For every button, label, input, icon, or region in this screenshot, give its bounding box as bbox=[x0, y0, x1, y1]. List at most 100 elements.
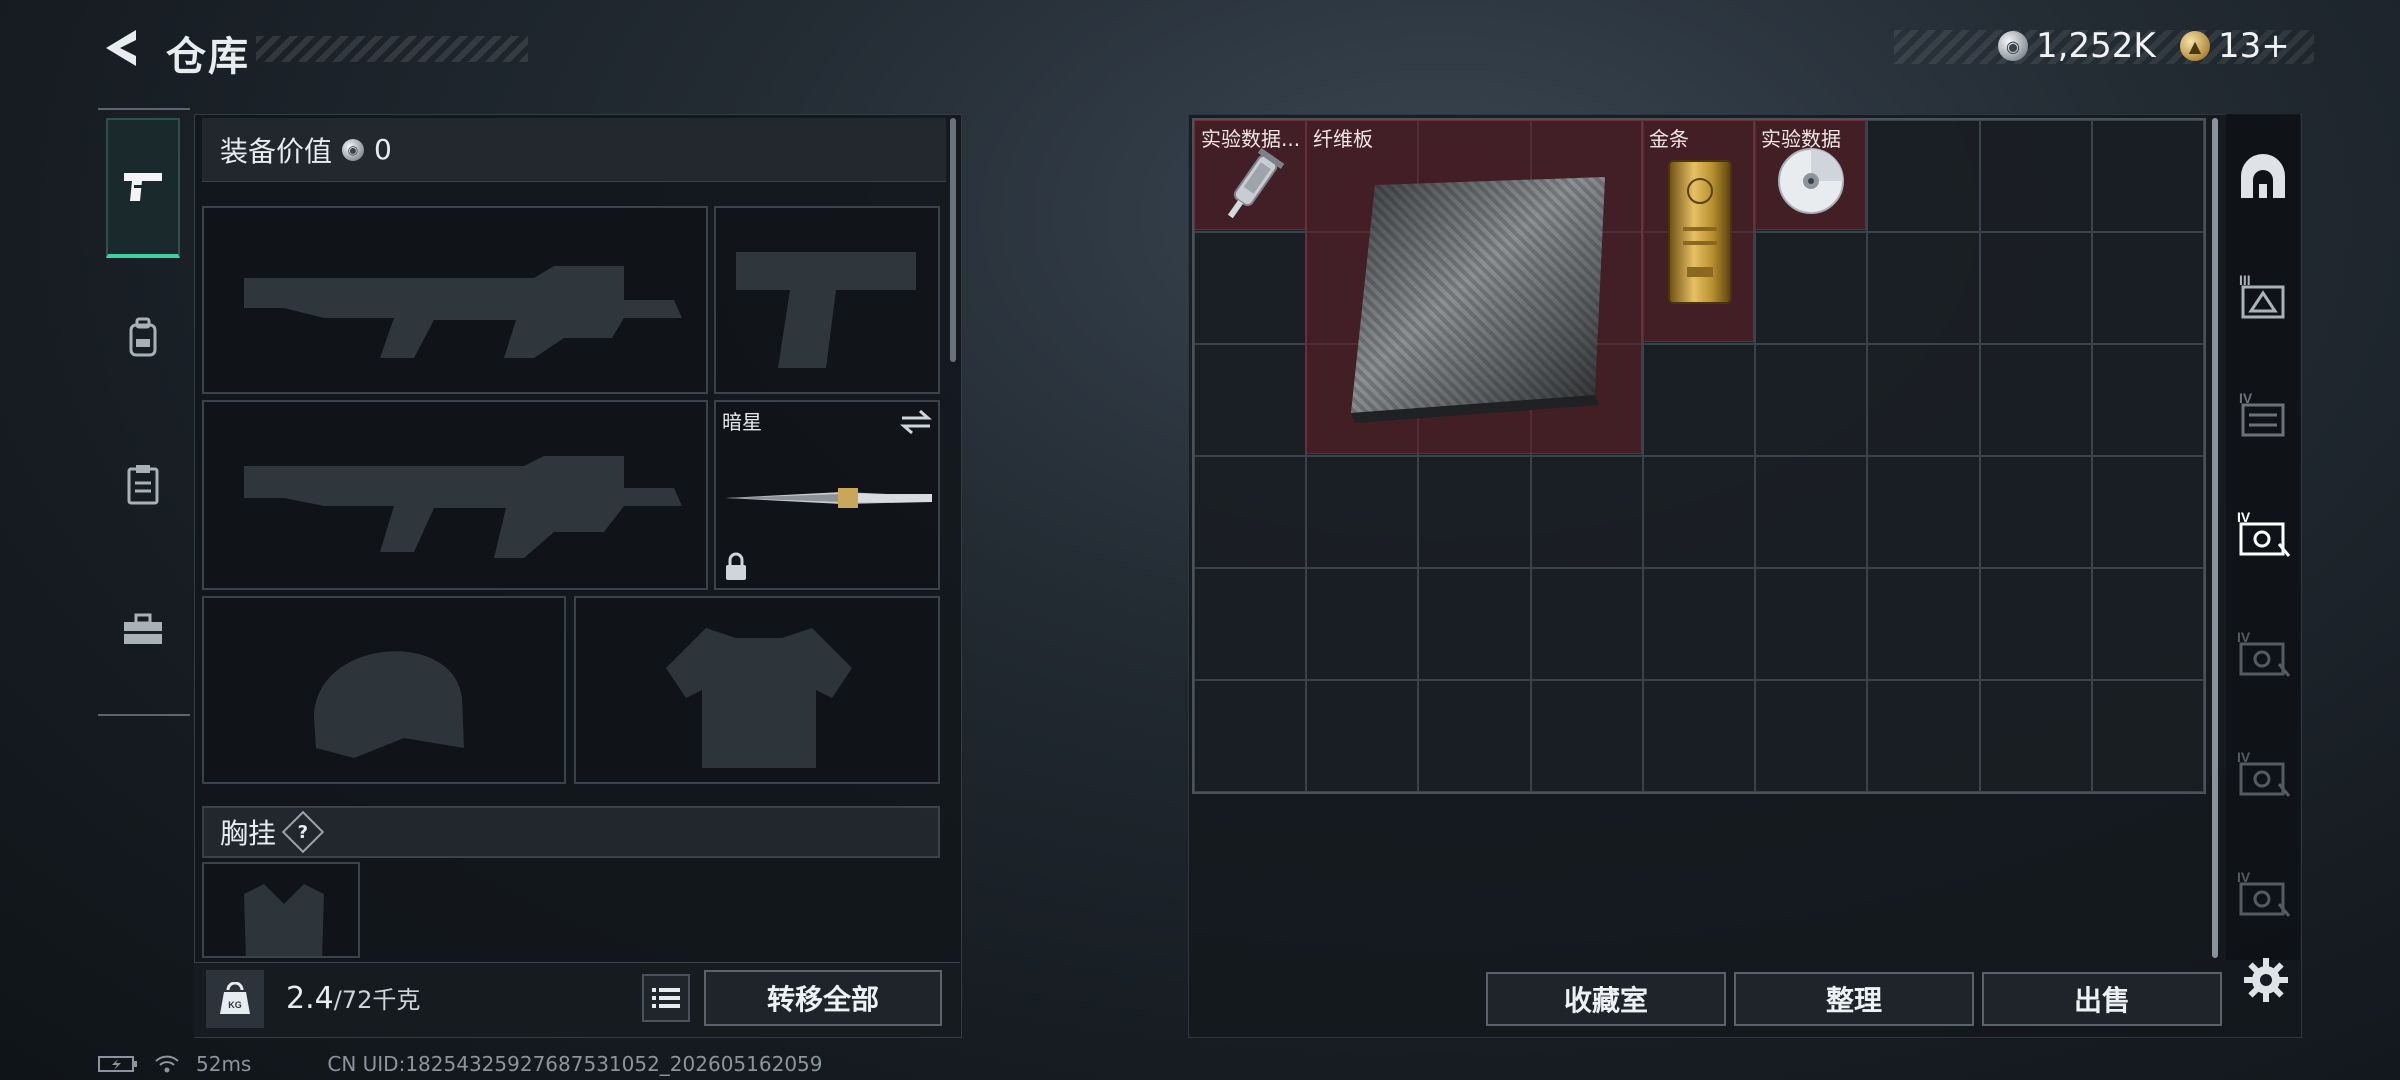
clipboard-icon bbox=[127, 465, 159, 505]
chest-rig-slot[interactable] bbox=[202, 862, 360, 958]
rifle-silhouette-icon bbox=[244, 266, 682, 358]
wifi-icon bbox=[155, 1055, 179, 1073]
toolbox-icon bbox=[124, 613, 162, 644]
tab-toolbox[interactable] bbox=[106, 560, 180, 700]
stash-cell[interactable] bbox=[1194, 232, 1307, 344]
crate-IV-active-icon[interactable]: IV bbox=[2232, 486, 2294, 582]
stash-cell[interactable] bbox=[1979, 456, 2092, 568]
pistol-slot[interactable] bbox=[714, 206, 940, 394]
stash-cell[interactable] bbox=[1418, 568, 1531, 680]
stash-cell[interactable] bbox=[1418, 680, 1531, 792]
stash-cell[interactable] bbox=[1530, 680, 1643, 792]
stash-cell[interactable] bbox=[1867, 120, 1980, 232]
crate-IV-icon[interactable]: IV bbox=[2232, 726, 2294, 822]
stash-cell[interactable] bbox=[1755, 680, 1868, 792]
syringe-icon bbox=[1227, 147, 1285, 219]
stash-cell[interactable] bbox=[2091, 680, 2204, 792]
stash-cell[interactable] bbox=[1642, 680, 1756, 792]
stash-cell[interactable] bbox=[1979, 568, 2092, 680]
stash-cell[interactable] bbox=[1418, 456, 1531, 568]
stash-cell[interactable] bbox=[1979, 232, 2092, 344]
transfer-all-button[interactable]: 转移全部 bbox=[704, 970, 942, 1026]
stash-cell[interactable] bbox=[1642, 344, 1756, 456]
stash-cell[interactable] bbox=[1194, 568, 1307, 680]
stash-cell[interactable] bbox=[2091, 456, 2204, 568]
stash-cell[interactable] bbox=[1530, 456, 1643, 568]
silver-coin-icon: ◉ bbox=[342, 138, 365, 161]
stash-scrollbar[interactable] bbox=[2212, 118, 2218, 958]
stash-cell[interactable] bbox=[1979, 344, 2092, 456]
silver-coin-icon: ◉ bbox=[1998, 31, 2028, 61]
stash-cell[interactable] bbox=[1194, 456, 1307, 568]
loadout-scrollbar[interactable] bbox=[950, 118, 956, 362]
tab-clipboard[interactable] bbox=[106, 414, 180, 554]
stash-cell[interactable] bbox=[1306, 568, 1419, 680]
stash-cell[interactable] bbox=[1194, 680, 1307, 792]
stash-cell[interactable] bbox=[1530, 568, 1643, 680]
stash-cell[interactable] bbox=[1306, 456, 1419, 568]
stash-cell[interactable] bbox=[2091, 120, 2204, 232]
melee-slot[interactable]: 暗星 bbox=[714, 400, 940, 590]
stash-cell[interactable] bbox=[2091, 344, 2204, 456]
crate-IV-icon[interactable]: IV bbox=[2232, 606, 2294, 702]
backpack-icon bbox=[129, 317, 157, 357]
chest-rig-label: 胸挂 bbox=[220, 817, 277, 850]
pistol-icon bbox=[124, 173, 162, 201]
stash-item-experiment-data-2[interactable]: 实验数据 bbox=[1754, 120, 1866, 230]
collection-room-button[interactable]: 收藏室 bbox=[1486, 972, 1726, 1026]
stash-cell[interactable] bbox=[1194, 344, 1307, 456]
organize-button[interactable]: 整理 bbox=[1734, 972, 1974, 1026]
helmet-slot[interactable] bbox=[202, 596, 566, 784]
gold-currency[interactable]: ▲ 13+ bbox=[2180, 26, 2290, 66]
pistol-silhouette-icon bbox=[736, 252, 916, 368]
stash-cell[interactable] bbox=[2091, 568, 2204, 680]
list-view-button[interactable] bbox=[642, 974, 690, 1022]
item-label: 金条 bbox=[1649, 127, 1689, 151]
helmet-silhouette-icon bbox=[314, 651, 464, 758]
sell-button[interactable]: 出售 bbox=[1982, 972, 2222, 1026]
stash-item-gold-bar[interactable]: 金条 bbox=[1642, 120, 1754, 342]
stash-cell[interactable] bbox=[2091, 232, 2204, 344]
stash-cell[interactable] bbox=[1755, 568, 1868, 680]
primary-weapon-slot[interactable] bbox=[202, 206, 708, 394]
gold-bar-icon bbox=[1668, 160, 1732, 304]
title-decoration bbox=[256, 36, 528, 62]
stash-item-fiberboard[interactable]: 纤维板 bbox=[1306, 120, 1642, 454]
stash-cell[interactable] bbox=[1867, 344, 1980, 456]
stash-cell[interactable] bbox=[1642, 456, 1756, 568]
svg-text:KG: KG bbox=[228, 1000, 242, 1010]
stash-cell[interactable] bbox=[1867, 232, 1980, 344]
home-vault-icon[interactable] bbox=[2232, 130, 2294, 226]
ping-value: 52ms bbox=[196, 1052, 252, 1076]
stash-cell[interactable] bbox=[1979, 680, 2092, 792]
back-button[interactable] bbox=[96, 22, 144, 74]
status-bar: 52ms CN UID:18254325927687531052_2026051… bbox=[98, 1052, 823, 1076]
chest-rig-header: 胸挂 ? bbox=[202, 806, 940, 858]
stash-cell[interactable] bbox=[1755, 344, 1868, 456]
stash-item-experiment-data-1[interactable]: 实验数据... bbox=[1194, 120, 1306, 230]
crate-III-icon[interactable]: III bbox=[2232, 248, 2294, 344]
stash-cell[interactable] bbox=[1979, 120, 2092, 232]
stash-cell[interactable] bbox=[1306, 680, 1419, 792]
lock-icon bbox=[726, 552, 746, 580]
secondary-weapon-slot[interactable] bbox=[202, 400, 708, 590]
rifle-silhouette-icon bbox=[244, 456, 682, 558]
stash-cell[interactable] bbox=[1642, 568, 1756, 680]
tab-backpack[interactable] bbox=[106, 268, 180, 408]
stash-cell[interactable] bbox=[1755, 456, 1868, 568]
stash-cell[interactable] bbox=[1867, 680, 1980, 792]
stash-cell[interactable] bbox=[1867, 456, 1980, 568]
fiberboard-icon bbox=[1351, 177, 1605, 423]
settings-gear-icon[interactable] bbox=[2240, 954, 2292, 1006]
swap-icon[interactable] bbox=[900, 408, 932, 436]
silver-currency-value: 1,252K bbox=[2036, 26, 2156, 66]
stash-cell[interactable] bbox=[1755, 232, 1868, 344]
stash-cell[interactable] bbox=[1867, 568, 1980, 680]
vest-silhouette-icon bbox=[244, 884, 324, 956]
weight-max: /72千克 bbox=[333, 986, 421, 1014]
question-icon[interactable]: ? bbox=[281, 810, 325, 854]
crate-IV-icon[interactable]: IV bbox=[2232, 366, 2294, 462]
armor-slot[interactable] bbox=[574, 596, 940, 784]
tab-weapons[interactable] bbox=[106, 118, 180, 258]
crate-IV-icon[interactable]: IV bbox=[2232, 846, 2294, 942]
